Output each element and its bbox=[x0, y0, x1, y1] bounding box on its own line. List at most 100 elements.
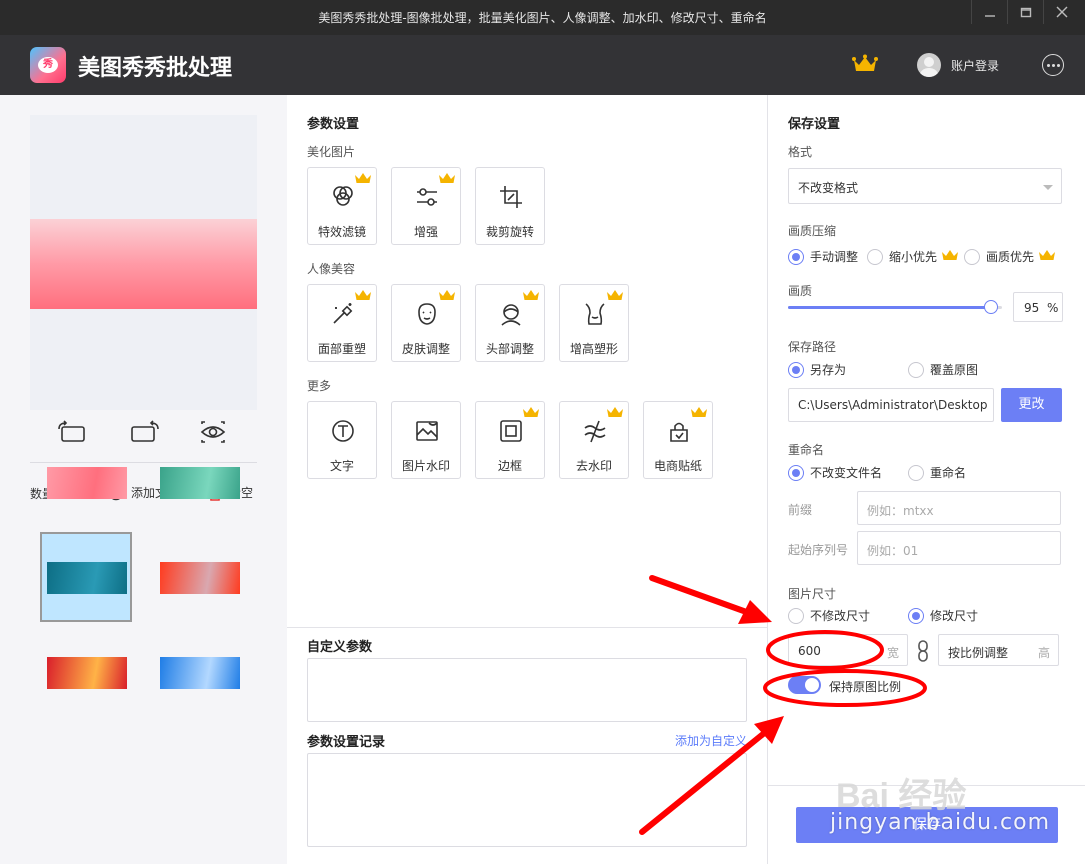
radio-option[interactable]: 覆盖原图 bbox=[908, 361, 978, 378]
crown-icon bbox=[942, 250, 959, 260]
radio-button[interactable] bbox=[788, 464, 804, 481]
radio-option[interactable]: 另存为 bbox=[788, 361, 846, 378]
rotate-left-button[interactable] bbox=[56, 420, 88, 447]
rotate-left-icon bbox=[58, 420, 85, 442]
close-icon bbox=[1056, 6, 1067, 18]
radio-button[interactable] bbox=[788, 361, 804, 378]
add-custom-link[interactable]: 添加为自定义 bbox=[675, 732, 747, 749]
tool-label: 文字 bbox=[329, 459, 354, 473]
face-icon bbox=[418, 303, 436, 325]
login-link[interactable]: 账户登录 bbox=[951, 57, 999, 74]
height-input[interactable]: 按比例调整 高 bbox=[938, 634, 1059, 666]
thumbnail[interactable] bbox=[160, 562, 240, 594]
preview-image bbox=[30, 219, 257, 309]
text-icon bbox=[332, 420, 354, 442]
quality-input[interactable]: 95 % bbox=[1013, 292, 1063, 322]
frame-icon bbox=[500, 420, 522, 442]
prefix-label: 前缀 bbox=[788, 503, 813, 517]
params-record-box[interactable] bbox=[307, 753, 747, 847]
window-title: 美图秀秀批处理-图像批处理，批量美化图片、人像调整、加水印、修改尺寸、重命名 bbox=[318, 11, 767, 25]
more-menu-button[interactable] bbox=[1042, 54, 1064, 76]
tool-frame[interactable]: 边框 bbox=[475, 401, 545, 479]
tool-magic-wand[interactable]: 面部重塑 bbox=[307, 284, 377, 362]
more-dot bbox=[1056, 63, 1060, 67]
maximize-button[interactable] bbox=[1007, 0, 1043, 24]
prefix-placeholder: 例如：mtxx bbox=[867, 504, 934, 518]
tool-head[interactable]: 头部调整 bbox=[475, 284, 545, 362]
tool-image-watermark[interactable]: 图片水印 bbox=[391, 401, 461, 479]
radio-option[interactable]: 缩小优先 bbox=[867, 248, 959, 265]
thumbnail[interactable] bbox=[47, 657, 127, 689]
minimize-icon bbox=[984, 15, 995, 17]
radio-option[interactable]: 手动调整 bbox=[788, 248, 858, 265]
tool-label: 裁剪旋转 bbox=[485, 225, 534, 239]
format-label: 格式 bbox=[788, 145, 813, 159]
crown-icon bbox=[852, 54, 878, 71]
radio-label: 缩小优先 bbox=[889, 250, 938, 264]
height-unit: 高 bbox=[1037, 646, 1050, 660]
radio-option[interactable]: 画质优先 bbox=[964, 248, 1056, 265]
tool-face[interactable]: 皮肤调整 bbox=[391, 284, 461, 362]
quality-label: 画质 bbox=[788, 284, 813, 298]
start-number-placeholder: 例如：01 bbox=[867, 544, 919, 558]
head-icon bbox=[501, 304, 521, 326]
change-path-button[interactable]: 更改 bbox=[1001, 388, 1062, 422]
minimize-button[interactable] bbox=[971, 0, 1007, 24]
thumbnail[interactable] bbox=[47, 467, 127, 499]
quality-slider-fill bbox=[788, 306, 992, 309]
vip-crown-button[interactable] bbox=[852, 54, 878, 77]
eye-icon bbox=[200, 421, 226, 443]
window-titlebar: 美图秀秀批处理-图像批处理，批量美化图片、人像调整、加水印、修改尺寸、重命名 bbox=[0, 0, 1085, 35]
radio-button[interactable] bbox=[867, 248, 883, 265]
quality-value: 95 bbox=[1024, 301, 1040, 315]
tool-remove-watermark[interactable]: 去水印 bbox=[559, 401, 629, 479]
radio-option[interactable]: 不修改尺寸 bbox=[788, 607, 870, 624]
tool-crop[interactable]: 裁剪旋转 bbox=[475, 167, 545, 245]
format-select[interactable]: 不改变格式 bbox=[788, 168, 1062, 204]
rotate-right-icon bbox=[131, 420, 159, 442]
filter-icon bbox=[333, 186, 353, 206]
radio-button[interactable] bbox=[908, 607, 924, 624]
rotate-right-button[interactable] bbox=[130, 420, 162, 447]
close-button[interactable] bbox=[1043, 0, 1079, 24]
thumbnail[interactable] bbox=[160, 467, 240, 499]
start-number-input[interactable]: 例如：01 bbox=[857, 531, 1061, 565]
tool-label: 特效滤镜 bbox=[317, 225, 366, 239]
tool-sliders[interactable]: 增强 bbox=[391, 167, 461, 245]
radio-button[interactable] bbox=[964, 248, 980, 265]
tool-body[interactable]: 增高塑形 bbox=[559, 284, 629, 362]
tool-sticker[interactable]: 电商贴纸 bbox=[643, 401, 713, 479]
radio-button[interactable] bbox=[788, 607, 804, 624]
radio-option[interactable]: 修改尺寸 bbox=[908, 607, 978, 624]
radio-button[interactable] bbox=[908, 464, 924, 481]
width-value: 600 bbox=[798, 644, 821, 658]
save-path-field[interactable]: C:\Users\Administrator\Desktop bbox=[788, 388, 994, 422]
quality-slider-handle[interactable] bbox=[984, 300, 999, 314]
radio-label: 另存为 bbox=[810, 363, 847, 377]
radio-option[interactable]: 重命名 bbox=[908, 464, 966, 481]
prefix-input[interactable]: 例如：mtxx bbox=[857, 491, 1061, 525]
divider bbox=[287, 627, 767, 628]
vip-badge bbox=[606, 288, 624, 305]
crown-icon bbox=[523, 407, 539, 417]
thumbnail[interactable] bbox=[47, 562, 127, 594]
custom-params-box[interactable] bbox=[307, 658, 747, 722]
width-input[interactable]: 600 宽 bbox=[788, 634, 908, 666]
radio-button[interactable] bbox=[788, 248, 804, 265]
thumbnail[interactable] bbox=[160, 657, 240, 689]
radio-button[interactable] bbox=[908, 361, 924, 378]
avatar[interactable] bbox=[917, 53, 941, 77]
vip-badge bbox=[690, 405, 708, 422]
crown-icon bbox=[1039, 250, 1056, 260]
section-label: 美化图片 bbox=[307, 145, 356, 159]
preview-eye-button[interactable] bbox=[200, 420, 226, 447]
link-ratio-button[interactable] bbox=[917, 639, 929, 666]
keep-ratio-label: 保持原图比例 bbox=[829, 680, 902, 694]
radio-option[interactable]: 不改变文件名 bbox=[788, 464, 882, 481]
tool-filter[interactable]: 特效滤镜 bbox=[307, 167, 377, 245]
keep-ratio-toggle[interactable] bbox=[788, 676, 821, 694]
quality-slider[interactable] bbox=[788, 300, 1002, 314]
radio-label: 不改变文件名 bbox=[810, 466, 883, 480]
params-panel: 参数设置 美化图片 特效滤镜 增强 裁剪旋转 人像美容 面部重塑 皮肤调整 头部调整 增高塑形更… bbox=[287, 95, 767, 864]
tool-text[interactable]: 文字 bbox=[307, 401, 377, 479]
